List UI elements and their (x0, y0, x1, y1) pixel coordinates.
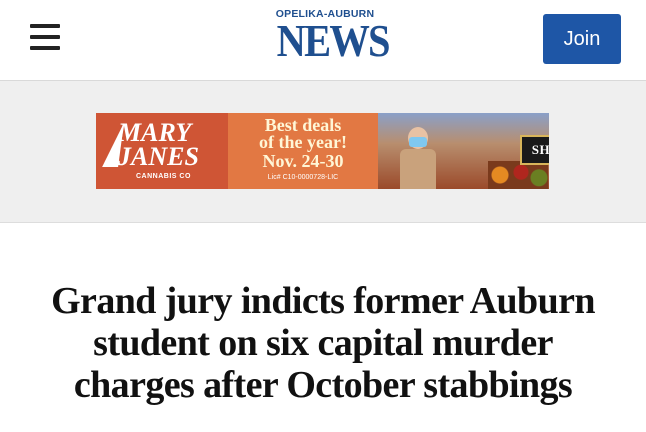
article-headline: Grand jury indicts former Auburn student… (51, 280, 595, 406)
ad-band: MARY JANES CANNABIS CO Best deals of the… (0, 81, 646, 223)
site-logo[interactable]: OPELIKA-AUBURN NEWS (270, 8, 391, 66)
ad-copy-panel: Best deals of the year! Nov. 24-30 Lic# … (228, 113, 378, 189)
ad-license-text: Lic# C10-0000728-LIC (267, 174, 339, 181)
ad-produce-image (488, 161, 548, 189)
ad-headline-line2: of the year! (259, 132, 347, 152)
logo-main-text: NEWS (276, 15, 391, 66)
ad-person-image (398, 121, 438, 189)
ad-date-range: Nov. 24-30 (262, 151, 344, 171)
ad-brand-panel: MARY JANES CANNABIS CO (96, 113, 228, 189)
ad-photo: SHOP NOW (378, 113, 549, 189)
ad-brand-subtitle: CANNABIS CO (136, 173, 191, 180)
hamburger-menu-icon[interactable] (30, 24, 60, 54)
join-button[interactable]: Join (543, 14, 621, 64)
ad-banner[interactable]: MARY JANES CANNABIS CO Best deals of the… (96, 113, 549, 189)
ad-brand-name: MARY JANES (118, 118, 199, 171)
shop-now-button[interactable]: SHOP NOW (520, 135, 549, 165)
site-header: OPELIKA-AUBURN NEWS Join (0, 0, 646, 81)
